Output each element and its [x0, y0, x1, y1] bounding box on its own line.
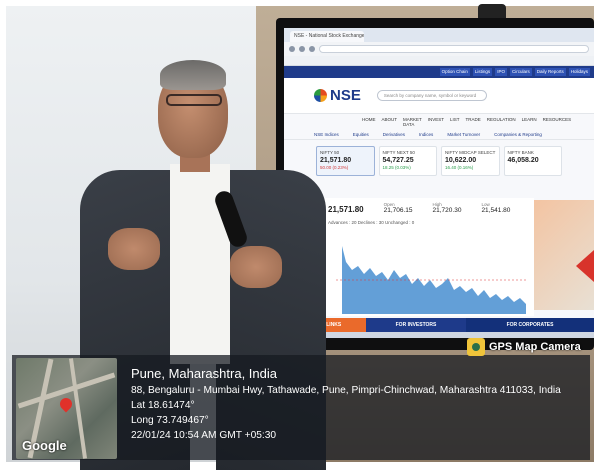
last-value: 21,571.80 [328, 205, 364, 214]
browser-tab-strip: NSE - National Stock Exchange [284, 28, 594, 42]
index-card-next50[interactable]: NIFTY NEXT 50 54,727.25 18.25 (0.03%) [378, 146, 437, 176]
gps-camera-text: GPS Map Camera [489, 341, 581, 353]
low-value: 21,541.80 [481, 207, 511, 214]
browser-tab[interactable]: NSE - National Stock Exchange [290, 31, 364, 42]
browser-toolbar [284, 42, 594, 56]
nse-topbar: Option Chain Listings IPO Circulars Dail… [284, 66, 594, 78]
advance-decline-legend: Advances : 20 Declines : 30 Unchanged : … [328, 220, 415, 225]
location-details: Pune, Maharashtra, India 88, Bengaluru -… [131, 366, 561, 441]
banner-arrow-icon [576, 250, 594, 282]
tv-screen: NSE - National Stock Exchange Option Cha… [284, 28, 594, 338]
longitude: Long 73.749467° [131, 415, 209, 426]
topbar-link[interactable]: Daily Reports [534, 68, 566, 76]
index-card-bank[interactable]: NIFTY BANK 46,058.20 [503, 146, 562, 176]
bookmarks-bar [284, 56, 594, 66]
subtab[interactable]: Market Turnover [447, 132, 480, 137]
reload-icon[interactable] [309, 46, 315, 52]
left-hand [108, 228, 160, 270]
nse-logo-text: NSE [330, 87, 361, 104]
index-value: 54,727.25 [382, 157, 414, 164]
index-card-midcap[interactable]: NIFTY MIDCAP SELECT 10,622.00 16.40 (0.1… [441, 146, 500, 176]
right-hand [230, 246, 282, 288]
forward-icon[interactable] [299, 46, 305, 52]
summary-open: Open 21,706.15 [384, 202, 413, 214]
promo-banner[interactable] [534, 200, 594, 310]
topbar-link[interactable]: Holidays [568, 68, 590, 76]
subtab[interactable]: Equities [353, 132, 369, 137]
topbar-link[interactable]: Circulars [509, 68, 532, 76]
index-change: 16.40 (0.16%) [445, 165, 474, 170]
map-road [68, 358, 88, 459]
subtab[interactable]: Indices [419, 132, 433, 137]
summary-low: Low 21,541.80 [481, 202, 510, 214]
index-value: 10,622.00 [445, 157, 477, 164]
back-icon[interactable] [289, 46, 295, 52]
nse-main-menu: HOME ABOUT MARKET DATA INVEST LIST TRADE… [284, 114, 594, 130]
topbar-link[interactable]: Option Chain [439, 68, 470, 76]
bottom-links: QUICK LINKS FOR INVESTORS FOR CORPORATES [284, 318, 594, 332]
index-value: 46,058.20 [507, 157, 539, 164]
nse-subtabs: NSE Indices Equities Derivatives Indices… [284, 130, 594, 140]
full-address: 88, Bengaluru - Mumbai Hwy, Tathawade, P… [131, 385, 561, 396]
menu-item[interactable]: ABOUT [382, 117, 398, 127]
eyeglasses [166, 94, 222, 106]
menu-item[interactable]: RESOURCES [543, 117, 572, 127]
timestamp: 22/01/24 10:54 AM GMT +05:30 [131, 430, 277, 441]
open-value: 21,706.15 [383, 207, 413, 214]
gps-camera-badge: GPS Map Camera [467, 337, 581, 357]
map-pin-icon [57, 395, 75, 413]
topbar-link[interactable]: Listings [472, 68, 493, 76]
map-provider-label: Google [22, 438, 67, 453]
high-value: 21,720.30 [432, 207, 462, 214]
intraday-area-chart [336, 246, 528, 314]
index-chart-panel: 21,571.80 Open 21,706.15 High 21,720.30 … [322, 198, 534, 316]
latitude: Lat 18.61474° [131, 400, 195, 411]
menu-item[interactable]: INVEST [428, 117, 444, 127]
corporates-link[interactable]: FOR CORPORATES [466, 318, 594, 332]
menu-item[interactable]: LEARN [522, 117, 537, 127]
investors-link[interactable]: FOR INVESTORS [366, 318, 466, 332]
topbar-link[interactable]: IPO [495, 68, 507, 76]
index-change: 18.25 (0.03%) [382, 165, 411, 170]
menu-item[interactable]: TRADE [465, 117, 480, 127]
menu-item[interactable]: LIST [450, 117, 460, 127]
menu-item[interactable]: REGULATION [487, 117, 516, 127]
index-name: NIFTY BANK [507, 150, 534, 155]
nse-header: NSE Search by company name, symbol or ke… [284, 78, 594, 114]
subtab[interactable]: Derivatives [383, 132, 405, 137]
address-bar[interactable] [319, 45, 589, 53]
index-name: NIFTY MIDCAP SELECT [445, 150, 496, 155]
subtab[interactable]: Companies & Reporting [494, 132, 542, 137]
gps-camera-icon [467, 338, 485, 356]
summary-high: High 21,720.30 [433, 202, 462, 214]
menu-item[interactable]: HOME [362, 117, 376, 127]
chart-summary: 21,571.80 Open 21,706.15 High 21,720.30 … [322, 198, 534, 218]
summary-last: 21,571.80 [328, 205, 364, 214]
nse-search-input[interactable]: Search by company name, symbol or keywor… [376, 90, 487, 101]
location-minimap: Google [16, 358, 117, 459]
menu-item[interactable]: MARKET DATA [403, 117, 422, 127]
speaker-hair [160, 60, 226, 90]
index-cards: NIFTY 50 21,571.80 50.00 (0.23%) NIFTY N… [284, 140, 594, 176]
index-name: NIFTY NEXT 50 [382, 150, 415, 155]
place-name: Pune, Maharashtra, India [131, 366, 277, 381]
